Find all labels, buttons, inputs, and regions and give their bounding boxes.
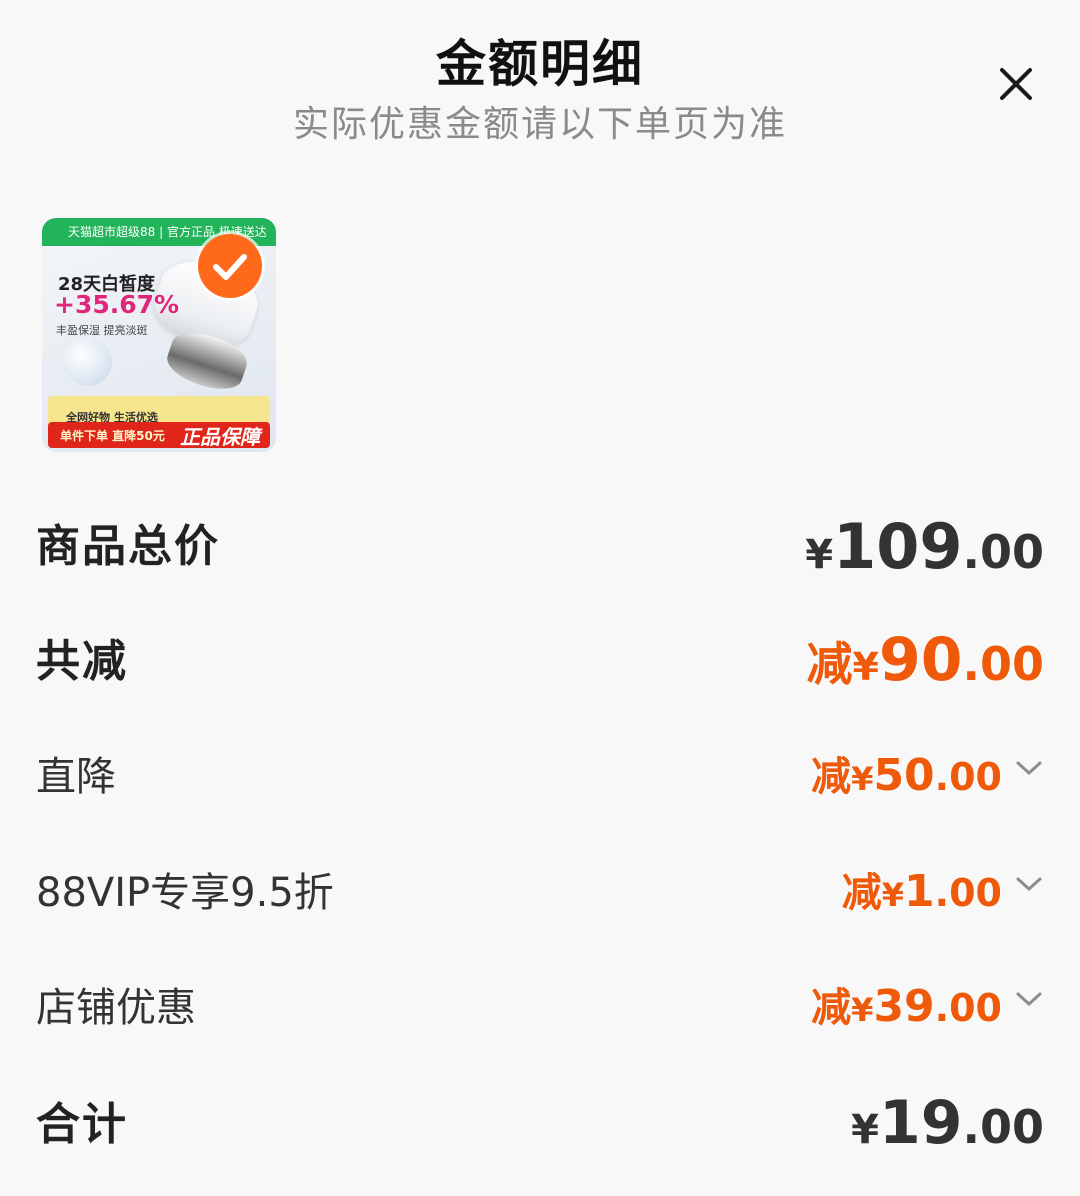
vip-discount-integer: 1 — [904, 866, 935, 917]
total-reduction-amount: 减¥90.00 — [807, 625, 1044, 695]
thumbnail-percent: +35.67% — [54, 290, 180, 319]
sum-integer: 19 — [879, 1088, 963, 1158]
close-icon — [1000, 68, 1032, 100]
sum-symbol: ¥ — [851, 1107, 879, 1153]
total-price-amount: ¥109.00 — [805, 510, 1044, 583]
shop-discount-decimal: .00 — [934, 986, 1002, 1030]
total-reduction-integer: 90 — [879, 625, 963, 695]
direct-discount-decimal: .00 — [934, 755, 1002, 799]
row-shop-discount[interactable]: 店铺优惠 减¥39.00 — [36, 975, 1044, 1033]
sheet-title: 金额明细 — [436, 35, 644, 93]
close-button[interactable] — [988, 56, 1044, 112]
thumbnail-subtext: 丰盈保湿 提亮淡斑 — [56, 324, 148, 337]
vip-discount-symbol: ¥ — [881, 876, 905, 914]
sum-decimal: .00 — [962, 1100, 1045, 1154]
shop-discount-symbol: ¥ — [851, 991, 874, 1029]
total-reduction-decimal: .00 — [962, 637, 1045, 691]
direct-discount-symbol: ¥ — [851, 760, 874, 798]
direct-discount-amount: 减¥50.00 — [811, 744, 1002, 802]
thumbnail-guarantee-text: 正品保障 — [180, 425, 260, 449]
direct-discount-prefix: 减 — [811, 754, 852, 800]
vip-discount-amount: 减¥1.00 — [842, 860, 1002, 918]
pearl-graphic — [64, 338, 112, 386]
shop-discount-label: 店铺优惠 — [36, 985, 196, 1031]
vip-discount-decimal: .00 — [934, 871, 1002, 915]
chevron-down-icon[interactable] — [1014, 874, 1044, 894]
row-total-price: 商品总价 ¥109.00 — [36, 510, 1044, 583]
vip-discount-label: 88VIP专享9.5折 — [36, 870, 334, 916]
total-price-integer: 109 — [833, 510, 963, 583]
shop-discount-amount: 减¥39.00 — [811, 975, 1002, 1033]
row-vip-discount[interactable]: 88VIP专享9.5折 减¥1.00 — [36, 860, 1044, 918]
amount-detail-sheet: 金额明细 实际优惠金额请以下单页为准 天猫超市超级88 | 官方正品 极速送达 … — [0, 0, 1080, 1196]
total-price-decimal: .00 — [962, 525, 1045, 579]
chevron-down-icon[interactable] — [1014, 989, 1044, 1009]
direct-discount-label: 直降 — [36, 754, 116, 800]
shop-discount-prefix: 减 — [811, 985, 852, 1031]
check-icon — [213, 254, 247, 280]
thumbnail-bottom-band-text: 单件下单 直降50元 — [60, 429, 165, 443]
sum-label: 合计 — [36, 1099, 128, 1150]
total-reduction-label: 共减 — [36, 636, 128, 687]
shop-discount-integer: 39 — [873, 981, 935, 1032]
sum-amount: ¥19.00 — [851, 1088, 1044, 1158]
total-price-symbol: ¥ — [805, 532, 834, 578]
row-sum: 合计 ¥19.00 — [36, 1088, 1044, 1158]
sheet-subtitle: 实际优惠金额请以下单页为准 — [292, 104, 787, 145]
total-reduction-symbol: ¥ — [852, 645, 879, 689]
vip-discount-prefix: 减 — [841, 870, 882, 916]
row-direct-discount[interactable]: 直降 减¥50.00 — [36, 744, 1044, 802]
chevron-down-icon[interactable] — [1014, 758, 1044, 778]
direct-discount-integer: 50 — [873, 750, 935, 801]
total-price-label: 商品总价 — [36, 521, 220, 572]
row-total-reduction: 共减 减¥90.00 — [36, 625, 1044, 695]
total-reduction-prefix: 减 — [806, 637, 853, 691]
selected-check-badge[interactable] — [198, 234, 262, 298]
